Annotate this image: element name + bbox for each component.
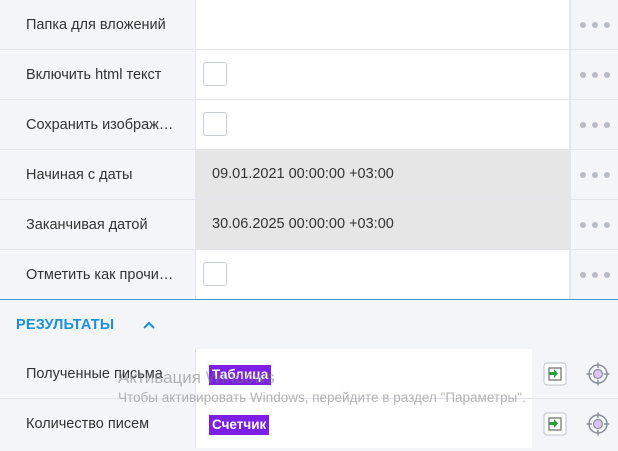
chevron-up-icon[interactable] [142,318,156,332]
end-date-value: 30.06.2025 00:00:00 +03:00 [212,216,394,232]
more-dots-icon [580,22,612,28]
end-date-field: 30.06.2025 00:00:00 +03:00 [195,200,569,249]
settings-row-mark-as-read: Отметить как прочи… [0,250,618,300]
row-menu-button[interactable] [569,150,618,199]
row-menu-button[interactable] [569,100,618,149]
value-cell [195,250,569,299]
value-cell [195,50,569,99]
crosshair-target-icon[interactable] [586,412,610,436]
output-variable-cell[interactable]: Таблица [195,349,532,398]
mark-as-read-checkbox[interactable] [203,262,227,286]
green-arrow-box-icon[interactable] [543,412,567,436]
settings-row-include-html: Включить html текст [0,50,618,100]
settings-row-attachments-folder: Папка для вложений [0,0,618,50]
save-images-checkbox[interactable] [203,112,227,136]
result-row-received-emails: Полученные письма Таблица [0,349,618,399]
output-variable-cell[interactable]: Счетчик [195,399,532,448]
start-date-value: 09.01.2021 00:00:00 +03:00 [212,166,394,182]
row-label: Отметить как прочи… [26,267,174,283]
row-label: Начиная с даты [26,167,133,183]
row-label: Сохранить изображ… [26,117,174,133]
row-label: Папка для вложений [26,17,166,33]
row-menu-button[interactable] [569,250,618,299]
more-dots-icon [580,272,612,278]
results-section-header[interactable]: РЕЗУЛЬТАТЫ [0,299,618,349]
value-cell [195,100,569,149]
row-menu-button[interactable] [569,50,618,99]
more-dots-icon [580,72,612,78]
row-menu-button[interactable] [569,0,618,49]
section-title: РЕЗУЛЬТАТЫ [16,317,115,333]
settings-row-save-images: Сохранить изображ… [0,100,618,150]
more-dots-icon [580,122,612,128]
include-html-checkbox[interactable] [203,62,227,86]
crosshair-target-icon[interactable] [586,362,610,386]
settings-row-end-date: Заканчивая датой 30.06.2025 00:00:00 +03… [0,200,618,250]
more-dots-icon [580,222,612,228]
row-menu-button[interactable] [569,200,618,249]
green-arrow-box-icon[interactable] [543,362,567,386]
row-label: Включить html текст [26,67,162,83]
more-dots-icon [580,172,612,178]
start-date-field: 09.01.2021 00:00:00 +03:00 [195,150,569,199]
result-row-email-count: Количество писем Счетчик [0,399,618,449]
row-label: Полученные письма [26,366,163,382]
settings-row-start-date: Начиная с даты 09.01.2021 00:00:00 +03:0… [0,150,618,200]
attachments-folder-input[interactable] [195,0,569,49]
row-label: Заканчивая датой [26,217,148,233]
type-tag: Счетчик [209,415,270,435]
row-label: Количество писем [26,416,150,432]
type-tag: Таблица [209,365,272,385]
